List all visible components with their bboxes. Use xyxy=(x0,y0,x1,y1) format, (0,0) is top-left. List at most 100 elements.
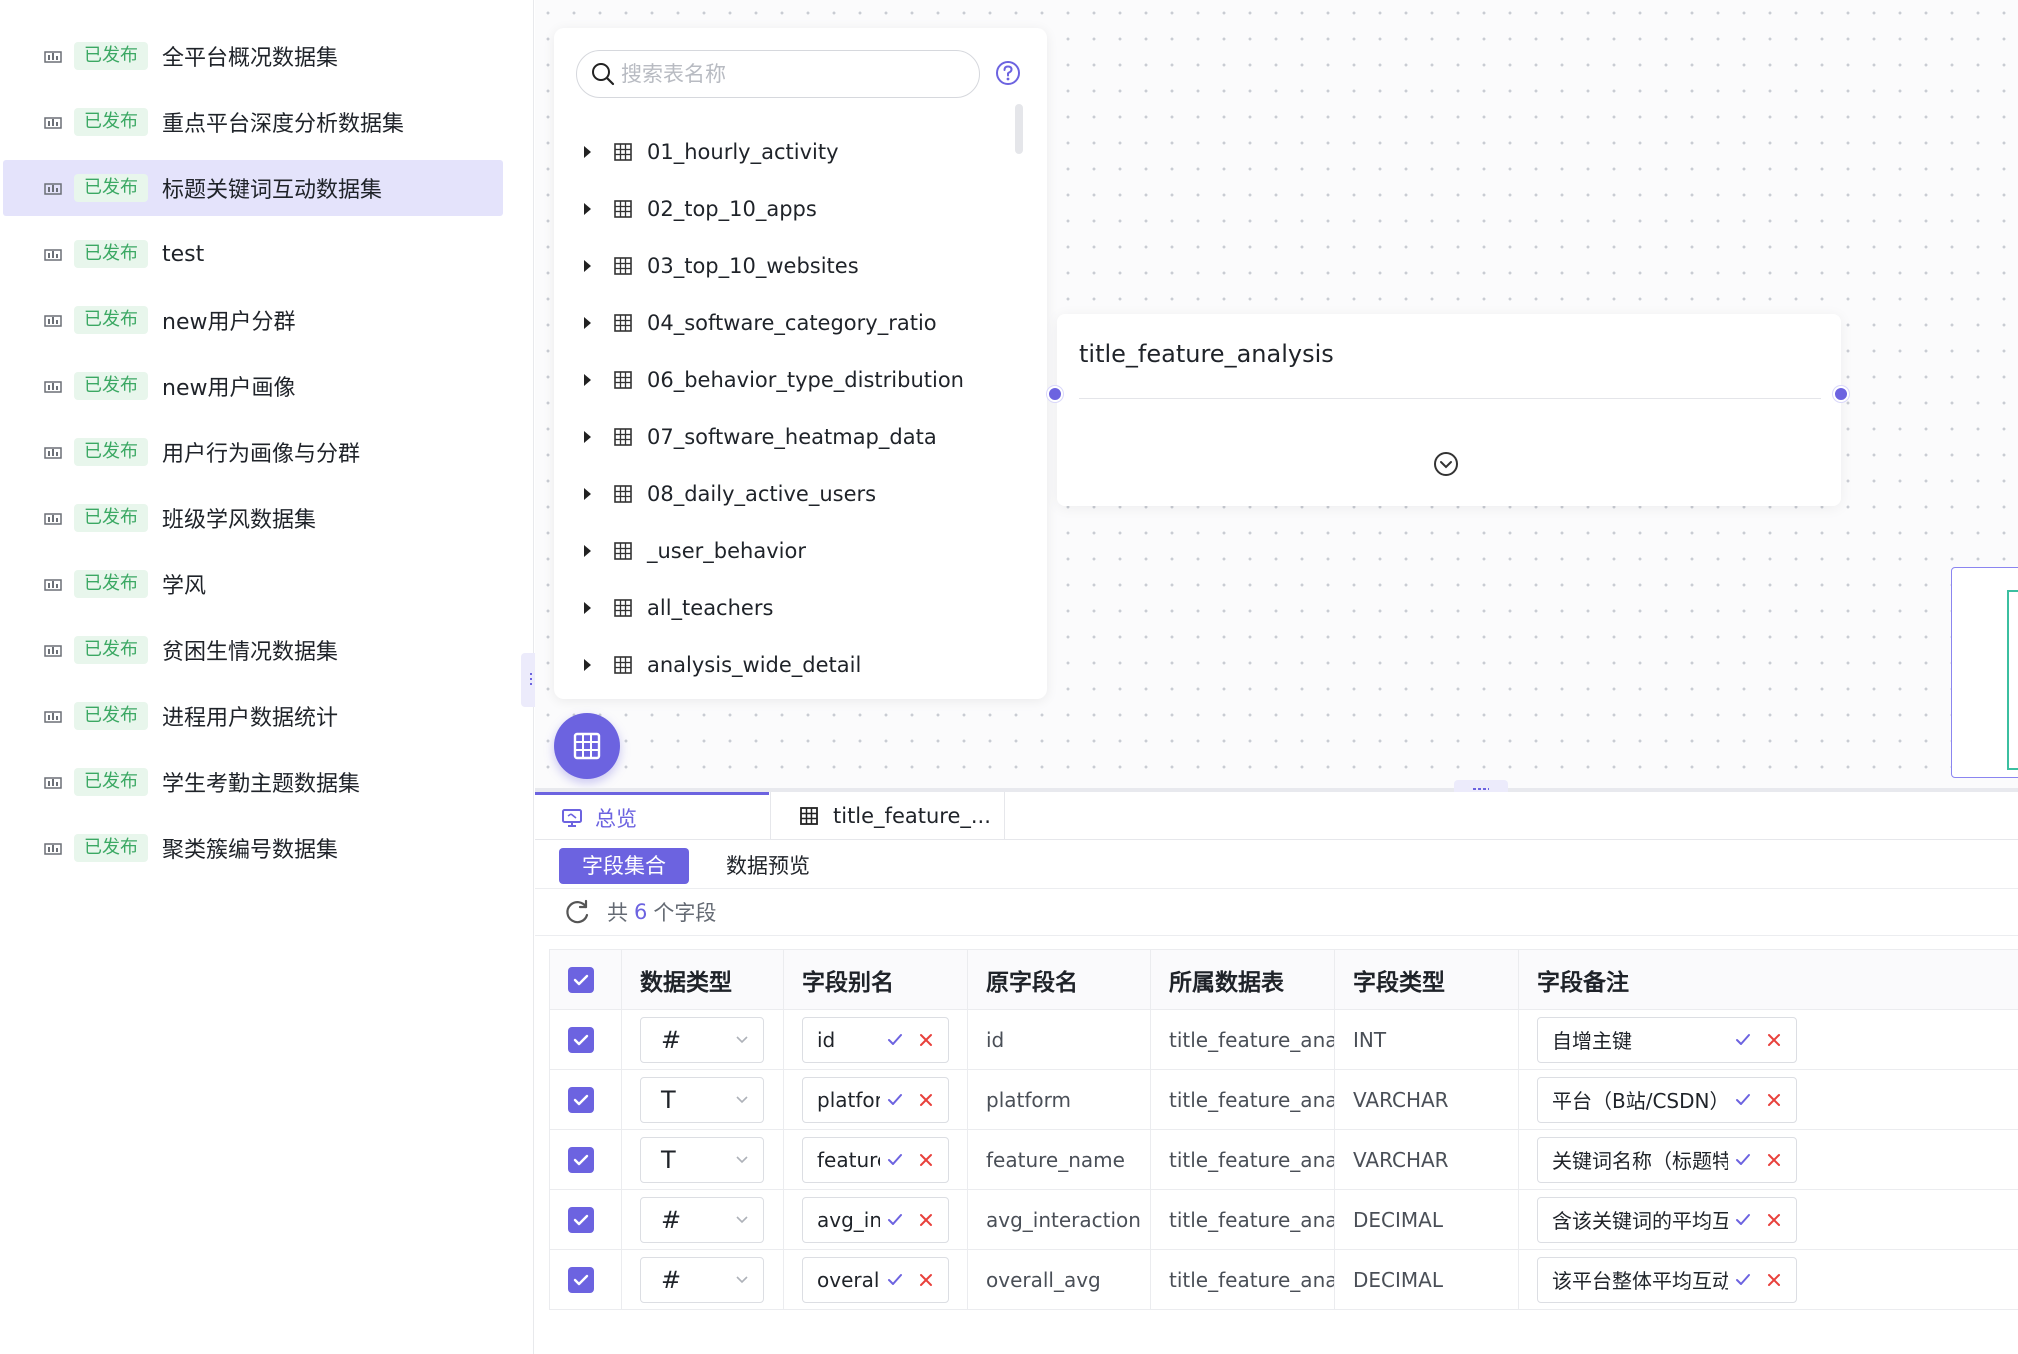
alias-input[interactable]: feature_nar xyxy=(802,1136,949,1183)
confirm-check-icon[interactable] xyxy=(886,1271,904,1289)
node-input-port[interactable] xyxy=(1047,386,1063,402)
minimap-viewport[interactable] xyxy=(2007,590,2018,770)
remark-input[interactable]: 该平台整体平均互动 xyxy=(1537,1256,1797,1303)
caret-right-icon[interactable] xyxy=(584,317,591,329)
table-list-item[interactable]: 03_top_10_websites xyxy=(584,246,859,286)
table-list-item[interactable]: _user_behavior xyxy=(584,531,806,571)
remark-value[interactable]: 该平台整体平均互动 xyxy=(1552,1265,1728,1294)
refresh-icon[interactable] xyxy=(563,898,591,926)
row-checkbox[interactable] xyxy=(568,1026,594,1053)
cancel-x-icon[interactable] xyxy=(918,1272,934,1288)
alias-input[interactable]: platform xyxy=(802,1076,949,1123)
table-list-item[interactable]: 04_software_category_ratio xyxy=(584,303,937,343)
cancel-x-icon[interactable] xyxy=(1766,1212,1782,1228)
cancel-x-icon[interactable] xyxy=(1766,1092,1782,1108)
dataset-item[interactable]: 已发布 new用户画像 xyxy=(3,358,503,414)
caret-right-icon[interactable] xyxy=(584,203,591,215)
remark-input[interactable]: 自增主键 xyxy=(1537,1016,1797,1063)
dataset-item[interactable]: 已发布 进程用户数据统计 xyxy=(3,688,503,744)
data-type-select[interactable]: # xyxy=(640,1256,764,1303)
data-type-select[interactable]: # xyxy=(640,1196,764,1243)
caret-right-icon[interactable] xyxy=(584,602,591,614)
subtab-fields[interactable]: 字段集合 xyxy=(559,848,689,884)
alias-value[interactable]: feature_nar xyxy=(817,1148,880,1172)
alias-value[interactable]: platform xyxy=(817,1088,880,1112)
search-box[interactable] xyxy=(576,50,980,98)
dataset-item[interactable]: 已发布 new用户分群 xyxy=(3,292,503,348)
alias-input[interactable]: overall_avg xyxy=(802,1256,949,1303)
remark-value[interactable]: 自增主键 xyxy=(1552,1025,1728,1054)
confirm-check-icon[interactable] xyxy=(886,1211,904,1229)
cancel-x-icon[interactable] xyxy=(1766,1152,1782,1168)
data-type-select[interactable]: T xyxy=(640,1076,764,1123)
table-list-item[interactable]: 08_daily_active_users xyxy=(584,474,876,514)
table-list-toggle-button[interactable] xyxy=(554,713,620,779)
cancel-x-icon[interactable] xyxy=(918,1152,934,1168)
alias-value[interactable]: id xyxy=(817,1028,880,1052)
minimap[interactable] xyxy=(1951,567,2018,778)
cancel-x-icon[interactable] xyxy=(918,1032,934,1048)
table-list-item[interactable]: 01_hourly_activity xyxy=(584,132,839,172)
remark-input[interactable]: 平台（B站/CSDN） xyxy=(1537,1076,1797,1123)
subtab-preview[interactable]: 数据预览 xyxy=(703,848,833,884)
dataset-item[interactable]: 已发布 学风 xyxy=(3,556,503,612)
caret-right-icon[interactable] xyxy=(584,659,591,671)
confirm-check-icon[interactable] xyxy=(1734,1151,1752,1169)
cancel-x-icon[interactable] xyxy=(918,1212,934,1228)
dataset-item[interactable]: 已发布 学生考勤主题数据集 xyxy=(3,754,503,810)
remark-value[interactable]: 平台（B站/CSDN） xyxy=(1552,1085,1728,1114)
table-list-item[interactable]: 06_behavior_type_distribution xyxy=(584,360,964,400)
row-checkbox[interactable] xyxy=(568,1206,594,1233)
confirm-check-icon[interactable] xyxy=(1734,1211,1752,1229)
confirm-check-icon[interactable] xyxy=(1734,1091,1752,1109)
caret-right-icon[interactable] xyxy=(584,146,591,158)
alias-input[interactable]: id xyxy=(802,1016,949,1063)
caret-right-icon[interactable] xyxy=(584,545,591,557)
cancel-x-icon[interactable] xyxy=(1766,1032,1782,1048)
data-type-select[interactable]: T xyxy=(640,1136,764,1183)
table-node-card[interactable]: title_feature_analysis xyxy=(1057,314,1841,506)
row-checkbox[interactable] xyxy=(568,1266,594,1293)
table-list-item[interactable]: 07_software_heatmap_data xyxy=(584,417,937,457)
alias-value[interactable]: avg_interac xyxy=(817,1208,880,1232)
node-output-port[interactable] xyxy=(1833,386,1849,402)
caret-right-icon[interactable] xyxy=(584,431,591,443)
data-type-select[interactable]: # xyxy=(640,1016,764,1063)
dataset-item[interactable]: 已发布 用户行为画像与分群 xyxy=(3,424,503,480)
row-checkbox[interactable] xyxy=(568,1146,594,1173)
remark-input[interactable]: 含该关键词的平均互 xyxy=(1537,1196,1797,1243)
caret-right-icon[interactable] xyxy=(584,374,591,386)
alias-input[interactable]: avg_interac xyxy=(802,1196,949,1243)
confirm-check-icon[interactable] xyxy=(1734,1271,1752,1289)
confirm-check-icon[interactable] xyxy=(886,1031,904,1049)
tab-overview[interactable]: 总览 xyxy=(535,792,769,840)
dataset-item[interactable]: 已发布 标题关键词互动数据集 xyxy=(3,160,503,216)
remark-value[interactable]: 关键词名称（标题特 xyxy=(1552,1145,1728,1174)
select-all-checkbox[interactable] xyxy=(568,966,594,993)
remark-input[interactable]: 关键词名称（标题特 xyxy=(1537,1136,1797,1183)
dataset-item[interactable]: 已发布 重点平台深度分析数据集 xyxy=(3,94,503,150)
dataset-item[interactable]: 已发布 贫困生情况数据集 xyxy=(3,622,503,678)
search-input[interactable] xyxy=(621,62,951,86)
caret-right-icon[interactable] xyxy=(584,488,591,500)
confirm-check-icon[interactable] xyxy=(886,1151,904,1169)
tab-table[interactable]: title_feature_... xyxy=(770,792,1005,840)
dataset-item[interactable]: 已发布 test xyxy=(3,226,503,282)
dataset-item[interactable]: 已发布 全平台概况数据集 xyxy=(3,28,503,84)
table-list-item[interactable]: analysis_wide_detail xyxy=(584,645,861,685)
cancel-x-icon[interactable] xyxy=(918,1092,934,1108)
confirm-check-icon[interactable] xyxy=(886,1091,904,1109)
expand-circle-icon[interactable] xyxy=(1433,451,1459,477)
help-icon[interactable] xyxy=(995,60,1021,86)
confirm-check-icon[interactable] xyxy=(1734,1031,1752,1049)
remark-value[interactable]: 含该关键词的平均互 xyxy=(1552,1205,1728,1234)
scrollbar-thumb[interactable] xyxy=(1015,104,1023,154)
caret-right-icon[interactable] xyxy=(584,260,591,272)
cancel-x-icon[interactable] xyxy=(1766,1272,1782,1288)
row-checkbox[interactable] xyxy=(568,1086,594,1113)
dataset-item[interactable]: 已发布 班级学风数据集 xyxy=(3,490,503,546)
dataset-item[interactable]: 已发布 聚类簇编号数据集 xyxy=(3,820,503,876)
table-list-item[interactable]: 02_top_10_apps xyxy=(584,189,817,229)
alias-value[interactable]: overall_avg xyxy=(817,1268,880,1292)
table-list-item[interactable]: all_teachers xyxy=(584,588,773,628)
